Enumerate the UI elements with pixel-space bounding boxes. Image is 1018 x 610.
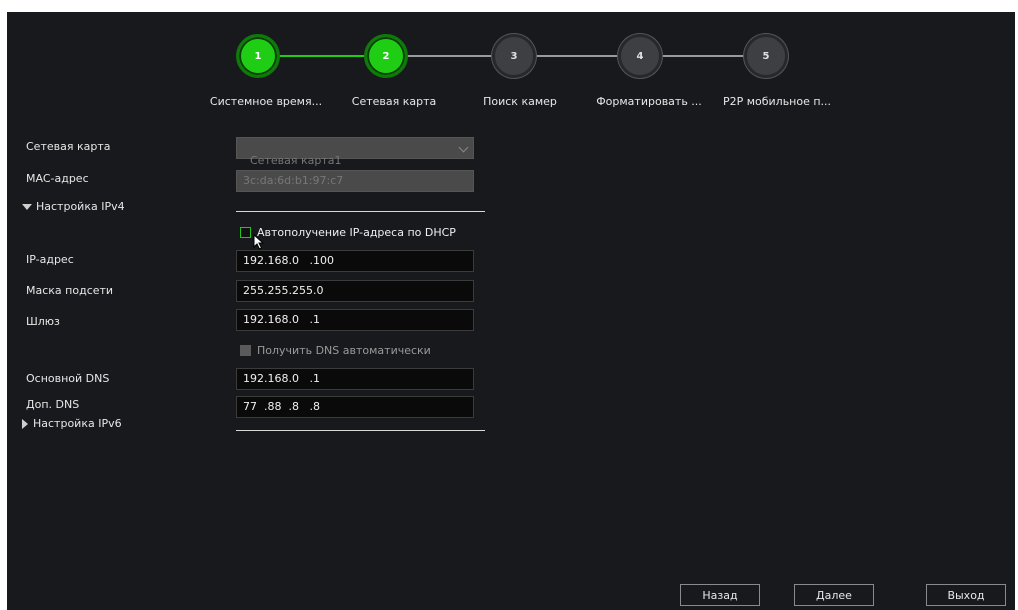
step-2-number: 2 (382, 50, 390, 62)
step-1-number: 1 (254, 50, 262, 62)
triangle-right-icon (22, 419, 28, 429)
step-2-circle[interactable]: 2 (364, 34, 408, 78)
ipv4-section-toggle[interactable]: Настройка IPv4 (22, 200, 125, 213)
step-1-circle[interactable]: 1 (236, 34, 280, 78)
step-connector-1-2 (278, 55, 368, 57)
step-3-circle[interactable]: 3 (492, 34, 536, 78)
step-1-label: Системное время... (209, 95, 323, 108)
triangle-down-icon (22, 204, 32, 210)
back-button[interactable]: Назад (680, 584, 760, 606)
nic-select[interactable]: Сетевая карта1 (236, 137, 474, 167)
next-button[interactable]: Далее (794, 584, 874, 606)
nic-select-value: Сетевая карта1 (250, 154, 342, 167)
mac-field: 3c:da:6d:b1:97:c7 (236, 170, 474, 192)
step-connector-2-3 (406, 55, 496, 57)
ipv4-divider (236, 211, 485, 212)
ip-label: IP-адрес (26, 253, 74, 266)
step-4-number: 4 (636, 50, 644, 62)
dns-secondary-input[interactable]: 77 .88 .8 .8 (236, 396, 474, 418)
gateway-label: Шлюз (26, 315, 60, 328)
mac-label: MAC-адрес (26, 172, 89, 185)
mouse-cursor-icon (253, 234, 265, 250)
step-5-number: 5 (762, 50, 770, 62)
nic-label: Сетевая карта (26, 140, 111, 153)
gateway-input[interactable]: 192.168.0 .1 (236, 309, 474, 331)
dhcp-checkbox-label: Автополучение IP-адреса по DHCP (257, 226, 456, 239)
dhcp-checkbox-row[interactable]: Автополучение IP-адреса по DHCP (240, 226, 456, 239)
ipv6-section-label: Настройка IPv6 (33, 417, 122, 430)
ipv6-section-toggle[interactable]: Настройка IPv6 (22, 417, 122, 430)
ipv6-divider (236, 430, 485, 431)
dhcp-checkbox[interactable] (240, 227, 251, 238)
step-connector-3-4 (532, 55, 622, 57)
step-3-label: Поиск камер (483, 95, 557, 108)
dns-auto-checkbox-row[interactable]: Получить DNS автоматически (240, 344, 431, 357)
step-5-circle[interactable]: 5 (744, 34, 788, 78)
step-3-number: 3 (510, 50, 518, 62)
ipv4-section-label: Настройка IPv4 (36, 200, 125, 213)
step-4-circle[interactable]: 4 (618, 34, 662, 78)
step-connector-4-5 (658, 55, 748, 57)
dns-auto-checkbox-label: Получить DNS автоматически (257, 344, 431, 357)
step-4-label: Форматировать ... (596, 95, 702, 108)
step-2-label: Сетевая карта (351, 95, 437, 108)
dns-primary-label: Основной DNS (26, 372, 110, 385)
dns-primary-input[interactable]: 192.168.0 .1 (236, 368, 474, 390)
mask-input[interactable]: 255.255.255.0 (236, 280, 474, 302)
mask-label: Маска подсети (26, 284, 114, 297)
chevron-down-icon (458, 142, 469, 153)
ip-input[interactable]: 192.168.0 .100 (236, 250, 474, 272)
dns-auto-checkbox[interactable] (240, 345, 251, 356)
dns-secondary-label: Доп. DNS (26, 398, 80, 411)
exit-button[interactable]: Выход (926, 584, 1006, 606)
step-5-label: P2P мобильное п... (722, 95, 832, 108)
